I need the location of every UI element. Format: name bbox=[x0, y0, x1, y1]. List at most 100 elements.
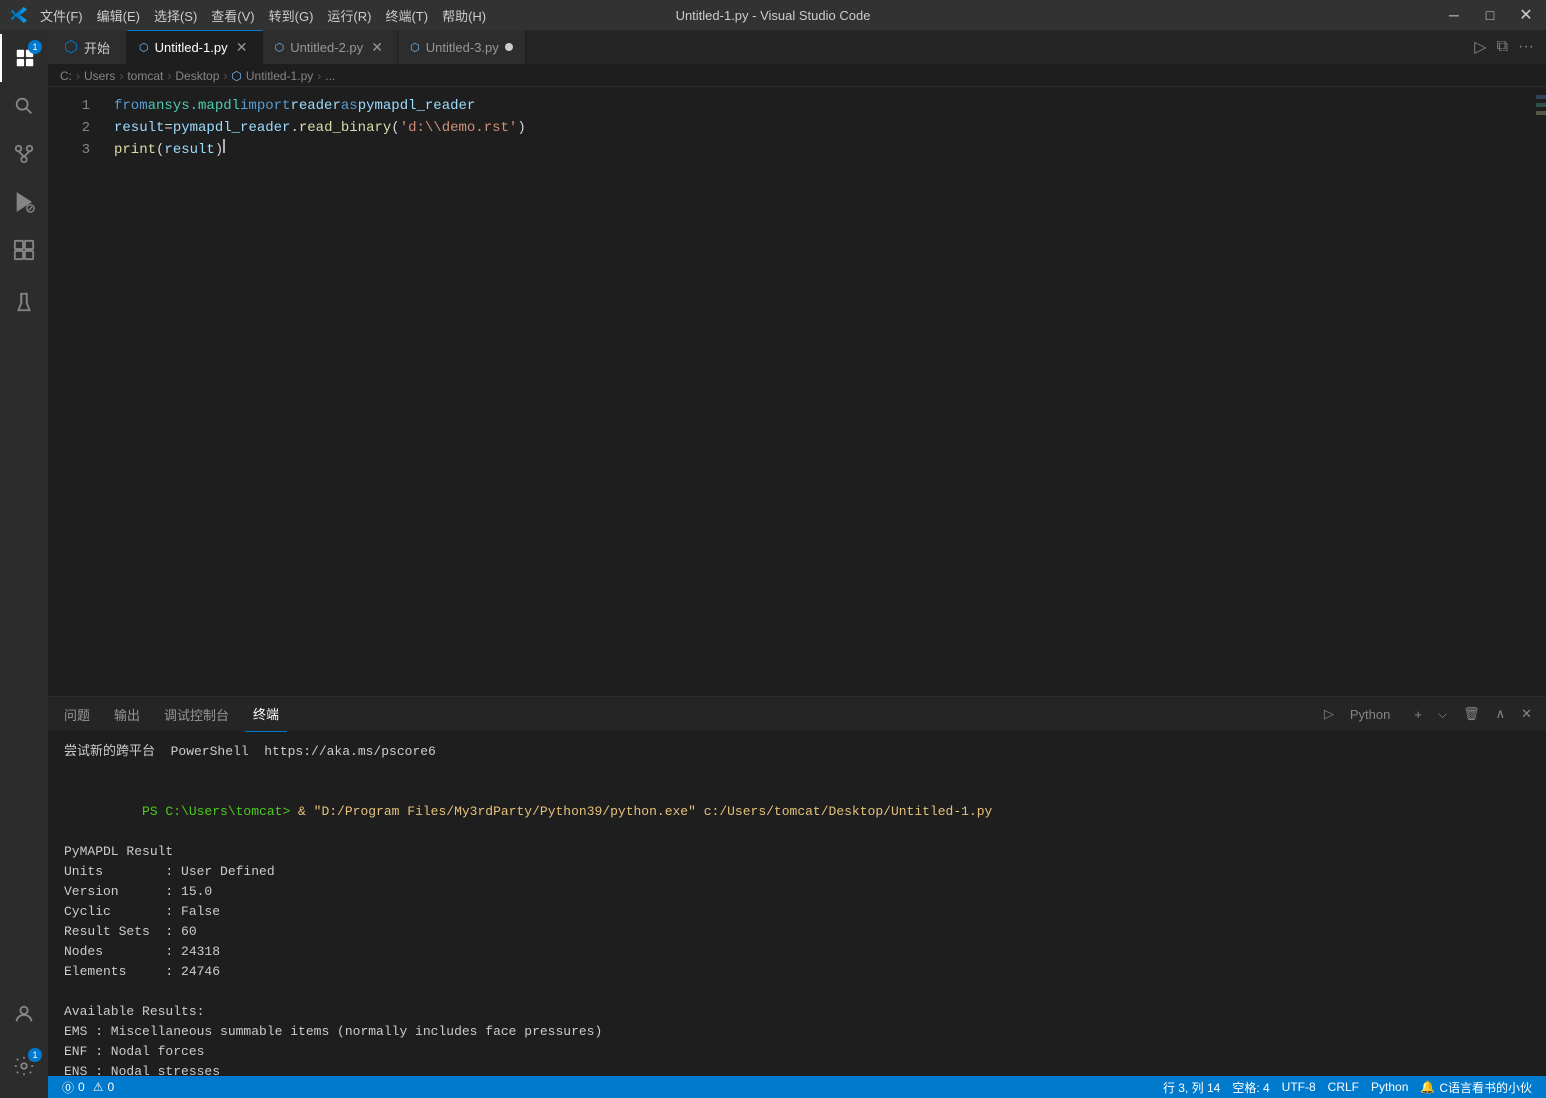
editor-area: ⬡ 开始 ⬡ Untitled-1.py ✕ ⬡ Untitled-2.py ✕… bbox=[48, 30, 1546, 1098]
panel-maximize-icon[interactable]: ∧ bbox=[1490, 704, 1512, 724]
sidebar-item-account[interactable] bbox=[0, 990, 48, 1038]
titlebar: 文件(F) 编辑(E) 选择(S) 查看(V) 转到(G) 运行(R) 终端(T… bbox=[0, 0, 1546, 30]
terminal-kill-icon[interactable]: 🗑 bbox=[1457, 704, 1486, 724]
status-bar-right: 行 3, 列 14 空格: 4 UTF-8 CRLF Python 🔔 C语言看… bbox=[1157, 1079, 1538, 1096]
titlebar-left: 文件(F) 编辑(E) 选择(S) 查看(V) 转到(G) 运行(R) 终端(T… bbox=[10, 6, 486, 25]
sidebar-item-explorer[interactable]: 1 bbox=[0, 34, 48, 82]
more-actions-icon[interactable]: ··· bbox=[1514, 36, 1538, 58]
status-language[interactable]: Python bbox=[1365, 1080, 1414, 1094]
titlebar-menu: 文件(F) 编辑(E) 选择(S) 查看(V) 转到(G) 运行(R) 终端(T… bbox=[40, 6, 486, 25]
menu-terminal[interactable]: 终端(T) bbox=[385, 6, 428, 25]
terminal-output-6: Elements : 24746 bbox=[64, 962, 1530, 982]
terminal-line-empty-1 bbox=[64, 762, 1530, 782]
breadcrumb-tomcat[interactable]: tomcat bbox=[127, 69, 163, 83]
menu-view[interactable]: 查看(V) bbox=[211, 6, 254, 25]
vscode-logo-icon bbox=[10, 6, 28, 24]
vscode-icon-small: ⬡ bbox=[64, 37, 78, 57]
window-title: Untitled-1.py - Visual Studio Code bbox=[676, 8, 871, 23]
status-encoding[interactable]: UTF-8 bbox=[1276, 1080, 1322, 1094]
terminal-output-9: EMS : Miscellaneous summable items (norm… bbox=[64, 1022, 1530, 1042]
panel-tabs: 问题 输出 调试控制台 终端 ▷ Python + ⌵ 🗑 ∧ ✕ bbox=[48, 697, 1546, 732]
run-file-icon[interactable]: ▷ bbox=[1470, 35, 1490, 59]
panel-tab-problems[interactable]: 问题 bbox=[56, 697, 98, 732]
code-content[interactable]: from ansys.mapdl import reader as pymapd… bbox=[98, 87, 1536, 696]
maximize-button[interactable]: □ bbox=[1480, 7, 1500, 23]
tab-close-untitled-2[interactable]: ✕ bbox=[369, 39, 385, 55]
error-icon: ⓪ bbox=[62, 1079, 74, 1096]
terminal-output-1: Units : User Defined bbox=[64, 862, 1530, 882]
terminal-output-4: Result Sets : 60 bbox=[64, 922, 1530, 942]
minimize-button[interactable]: ─ bbox=[1444, 7, 1464, 23]
status-notifications[interactable]: 🔔 C语言看书的小伙 bbox=[1414, 1079, 1538, 1096]
code-editor[interactable]: 1 2 3 from ansys.mapdl import reader as … bbox=[48, 87, 1546, 696]
terminal-output-3: Cyclic : False bbox=[64, 902, 1530, 922]
activity-bar-bottom: 1 bbox=[0, 990, 48, 1098]
terminal-content[interactable]: 尝试新的跨平台 PowerShell https://aka.ms/pscore… bbox=[48, 732, 1546, 1076]
menu-edit[interactable]: 编辑(E) bbox=[97, 6, 140, 25]
menu-goto[interactable]: 转到(G) bbox=[269, 6, 314, 25]
breadcrumb-file[interactable]: Untitled-1.py bbox=[246, 69, 313, 83]
tab-bar: ⬡ 开始 ⬡ Untitled-1.py ✕ ⬡ Untitled-2.py ✕… bbox=[48, 30, 1546, 65]
menu-help[interactable]: 帮助(H) bbox=[442, 6, 486, 25]
terminal-prompt-1: PS C:\Users\tomcat> bbox=[142, 804, 298, 819]
tab-untitled-2[interactable]: ⬡ Untitled-2.py ✕ bbox=[263, 30, 399, 64]
status-bar: ⓪ 0 ⚠ 0 行 3, 列 14 空格: 4 UTF-8 CRLF Pytho… bbox=[48, 1076, 1546, 1098]
terminal-cmd-line: PS C:\Users\tomcat> & "D:/Program Files/… bbox=[64, 782, 1530, 842]
status-errors[interactable]: ⓪ 0 ⚠ 0 bbox=[56, 1076, 120, 1098]
tab-untitled-1[interactable]: ⬡ Untitled-1.py ✕ bbox=[127, 30, 263, 64]
menu-run[interactable]: 运行(R) bbox=[327, 6, 371, 25]
breadcrumb-c[interactable]: C: bbox=[60, 69, 72, 83]
terminal-output-empty bbox=[64, 982, 1530, 1002]
panel-tab-debug[interactable]: 调试控制台 bbox=[156, 697, 237, 732]
sidebar-item-test[interactable] bbox=[0, 278, 48, 326]
terminal-split-icon[interactable]: ⌵ bbox=[1432, 705, 1453, 724]
activity-bar: 1 1 bbox=[0, 30, 48, 1098]
tab-untitled-3[interactable]: ⬡ Untitled-3.py bbox=[398, 30, 526, 64]
panel-close-icon[interactable]: ✕ bbox=[1515, 704, 1538, 724]
add-terminal-icon[interactable]: + bbox=[1408, 705, 1428, 724]
terminal-output-8: Available Results: bbox=[64, 1002, 1530, 1022]
terminal-line-cross-platform: 尝试新的跨平台 PowerShell https://aka.ms/pscore… bbox=[64, 742, 1530, 762]
breadcrumb-more[interactable]: ... bbox=[325, 69, 335, 83]
terminal-output-2: Version : 15.0 bbox=[64, 882, 1530, 902]
split-editor-icon[interactable]: ⧉ bbox=[1493, 36, 1512, 58]
code-line-3: print(result) bbox=[114, 139, 1536, 161]
terminal-output-11: ENS : Nodal stresses bbox=[64, 1062, 1530, 1076]
status-spaces[interactable]: 空格: 4 bbox=[1226, 1079, 1275, 1096]
terminal-cmd-1: & "D:/Program Files/My3rdParty/Python39/… bbox=[298, 804, 992, 819]
tab-modified-dot bbox=[505, 43, 513, 51]
sidebar-item-source-control[interactable] bbox=[0, 130, 48, 178]
py-file-icon-3: ⬡ bbox=[410, 41, 420, 54]
python-selector-button[interactable]: ▷ Python bbox=[1310, 702, 1404, 726]
panel-right-actions: ▷ Python + ⌵ 🗑 ∧ ✕ bbox=[1310, 702, 1538, 726]
sidebar-item-run[interactable] bbox=[0, 178, 48, 226]
minimap bbox=[1536, 87, 1546, 696]
status-line-col[interactable]: 行 3, 列 14 bbox=[1157, 1079, 1226, 1096]
sidebar-item-search[interactable] bbox=[0, 82, 48, 130]
sidebar-item-extensions[interactable] bbox=[0, 226, 48, 274]
status-eol[interactable]: CRLF bbox=[1322, 1080, 1365, 1094]
error-count: 0 bbox=[78, 1080, 85, 1094]
titlebar-controls: ─ □ ✕ bbox=[1444, 5, 1536, 25]
breadcrumb-users[interactable]: Users bbox=[84, 69, 115, 83]
terminal-output-10: ENF : Nodal forces bbox=[64, 1042, 1530, 1062]
terminal-output-5: Nodes : 24318 bbox=[64, 942, 1530, 962]
breadcrumb-file-icon: ⬡ bbox=[231, 69, 241, 83]
tab-close-untitled-1[interactable]: ✕ bbox=[234, 40, 250, 56]
breadcrumb-desktop[interactable]: Desktop bbox=[175, 69, 219, 83]
close-button[interactable]: ✕ bbox=[1516, 5, 1536, 25]
panel-tab-output[interactable]: 输出 bbox=[106, 697, 148, 732]
code-line-2: result = pymapdl_reader.read_binary('d:\… bbox=[114, 117, 1536, 139]
menu-select[interactable]: 选择(S) bbox=[154, 6, 197, 25]
bell-icon: 🔔 bbox=[1420, 1080, 1435, 1094]
tab-start[interactable]: ⬡ 开始 bbox=[48, 30, 127, 64]
line-numbers: 1 2 3 bbox=[48, 87, 98, 696]
terminal-run-icon: ▷ bbox=[1318, 704, 1340, 724]
sidebar-item-settings[interactable]: 1 bbox=[0, 1042, 48, 1090]
py-file-icon: ⬡ bbox=[139, 41, 149, 54]
warning-icon: ⚠ bbox=[93, 1080, 104, 1094]
panel-tab-terminal[interactable]: 终端 bbox=[245, 697, 287, 732]
warning-count: 0 bbox=[107, 1080, 114, 1094]
tab-bar-actions: ▷ ⧉ ··· bbox=[1470, 30, 1546, 64]
menu-file[interactable]: 文件(F) bbox=[40, 6, 83, 25]
